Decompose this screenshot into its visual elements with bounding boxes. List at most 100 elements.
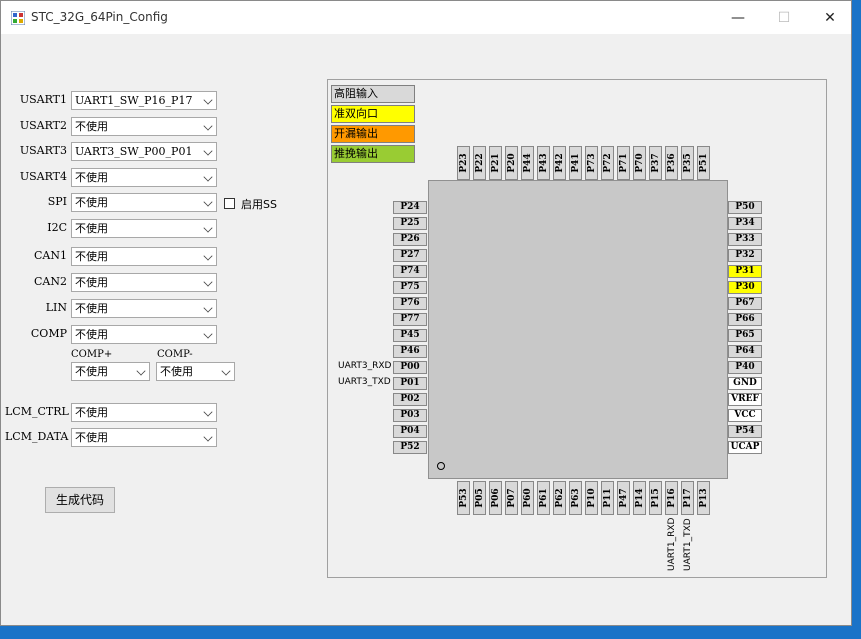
pin-gnd[interactable]: GND [728, 377, 762, 390]
comp-plus-combo[interactable]: 不使用 [71, 362, 150, 381]
maximize-button[interactable]: ☐ [769, 7, 799, 29]
pin-p61[interactable]: P61 [537, 481, 550, 515]
pin-p65[interactable]: P65 [728, 329, 762, 342]
pin-p21[interactable]: P21 [489, 146, 502, 180]
usart4-combo[interactable]: 不使用 [71, 168, 217, 187]
minimize-button[interactable]: — [723, 7, 753, 29]
pin-p30[interactable]: P30 [728, 281, 762, 294]
pin-p31[interactable]: P31 [728, 265, 762, 278]
pin-label: P60 [522, 488, 533, 508]
pin-p33[interactable]: P33 [728, 233, 762, 246]
pin-p10[interactable]: P10 [585, 481, 598, 515]
pin-p41[interactable]: P41 [569, 146, 582, 180]
pin-p60[interactable]: P60 [521, 481, 534, 515]
chevron-down-icon [203, 251, 213, 261]
pin-label: P51 [698, 153, 709, 173]
comp-combo[interactable]: 不使用 [71, 325, 217, 344]
pin-label: P16 [666, 488, 677, 508]
lin-combo[interactable]: 不使用 [71, 299, 217, 318]
close-button[interactable]: ✕ [815, 7, 845, 29]
generate-code-button[interactable]: 生成代码 [45, 487, 115, 513]
pin-p20[interactable]: P20 [505, 146, 518, 180]
pin-vcc[interactable]: VCC [728, 409, 762, 422]
pin-p77[interactable]: P77 [393, 313, 427, 326]
pin-p17[interactable]: P17 [681, 481, 694, 515]
pin-p62[interactable]: P62 [553, 481, 566, 515]
pin-p06[interactable]: P06 [489, 481, 502, 515]
pin-p35[interactable]: P35 [681, 146, 694, 180]
pin-p02[interactable]: P02 [393, 393, 427, 406]
pin-p44[interactable]: P44 [521, 146, 534, 180]
pin-p04[interactable]: P04 [393, 425, 427, 438]
app-icon [11, 11, 25, 25]
pin-label: P43 [538, 153, 549, 173]
pin-p22[interactable]: P22 [473, 146, 486, 180]
i2c-combo[interactable]: 不使用 [71, 219, 217, 238]
pin-p72[interactable]: P72 [601, 146, 614, 180]
pin-p42[interactable]: P42 [553, 146, 566, 180]
pin-p66[interactable]: P66 [728, 313, 762, 326]
pin-p67[interactable]: P67 [728, 297, 762, 310]
comp-minus-label: COMP- [157, 349, 193, 360]
pin-p40[interactable]: P40 [728, 361, 762, 374]
pin-p23[interactable]: P23 [457, 146, 470, 180]
pin-p74[interactable]: P74 [393, 265, 427, 278]
pin-p00[interactable]: P00 [393, 361, 427, 374]
pin-p32[interactable]: P32 [728, 249, 762, 262]
pin-p73[interactable]: P73 [585, 146, 598, 180]
pin-p37[interactable]: P37 [649, 146, 662, 180]
pin-p16[interactable]: P16 [665, 481, 678, 515]
can2-combo[interactable]: 不使用 [71, 273, 217, 292]
usart2-combo[interactable]: 不使用 [71, 117, 217, 136]
pin-p63[interactable]: P63 [569, 481, 582, 515]
comp-plus-value: 不使用 [75, 365, 108, 378]
pin-p43[interactable]: P43 [537, 146, 550, 180]
lcm-ctrl-combo[interactable]: 不使用 [71, 403, 217, 422]
pin-p24[interactable]: P24 [393, 201, 427, 214]
lcm-data-combo[interactable]: 不使用 [71, 428, 217, 447]
pin-p46[interactable]: P46 [393, 345, 427, 358]
pin-p11[interactable]: P11 [601, 481, 614, 515]
pin-vref[interactable]: VREF [728, 393, 762, 406]
pin-p52[interactable]: P52 [393, 441, 427, 454]
pin-p13[interactable]: P13 [697, 481, 710, 515]
pin-p47[interactable]: P47 [617, 481, 630, 515]
pin-p03[interactable]: P03 [393, 409, 427, 422]
pin-p15[interactable]: P15 [649, 481, 662, 515]
chevron-down-icon [221, 366, 231, 376]
chevron-down-icon [203, 197, 213, 207]
pin-p64[interactable]: P64 [728, 345, 762, 358]
pin-ucap[interactable]: UCAP [728, 441, 762, 454]
pin-p25[interactable]: P25 [393, 217, 427, 230]
pin-p14[interactable]: P14 [633, 481, 646, 515]
usart1-combo[interactable]: UART1_SW_P16_P17 [71, 91, 217, 110]
pin-p75[interactable]: P75 [393, 281, 427, 294]
usart3-value: UART3_SW_P00_P01 [75, 145, 193, 158]
pin-label: P22 [474, 153, 485, 173]
pin-p71[interactable]: P71 [617, 146, 630, 180]
pin-p36[interactable]: P36 [665, 146, 678, 180]
lcm-ctrl-value: 不使用 [75, 406, 108, 419]
pin-p70[interactable]: P70 [633, 146, 646, 180]
pin-p07[interactable]: P07 [505, 481, 518, 515]
pin-p45[interactable]: P45 [393, 329, 427, 342]
pin-p26[interactable]: P26 [393, 233, 427, 246]
pin-p51[interactable]: P51 [697, 146, 710, 180]
can1-combo[interactable]: 不使用 [71, 247, 217, 266]
pin-p34[interactable]: P34 [728, 217, 762, 230]
usart3-combo[interactable]: UART3_SW_P00_P01 [71, 142, 217, 161]
pin-p76[interactable]: P76 [393, 297, 427, 310]
pin-p01[interactable]: P01 [393, 377, 427, 390]
pin-p05[interactable]: P05 [473, 481, 486, 515]
pin-p50[interactable]: P50 [728, 201, 762, 214]
legend-item: 准双向口 [331, 105, 415, 123]
spi-ss-checkbox[interactable] [224, 198, 235, 209]
comp-value: 不使用 [75, 328, 108, 341]
pin-p27[interactable]: P27 [393, 249, 427, 262]
spi-label: SPI [47, 195, 67, 208]
pin-p53[interactable]: P53 [457, 481, 470, 515]
comp-minus-combo[interactable]: 不使用 [156, 362, 235, 381]
pin-p54[interactable]: P54 [728, 425, 762, 438]
spi-combo[interactable]: 不使用 [71, 193, 217, 212]
usart1-value: UART1_SW_P16_P17 [75, 94, 193, 107]
